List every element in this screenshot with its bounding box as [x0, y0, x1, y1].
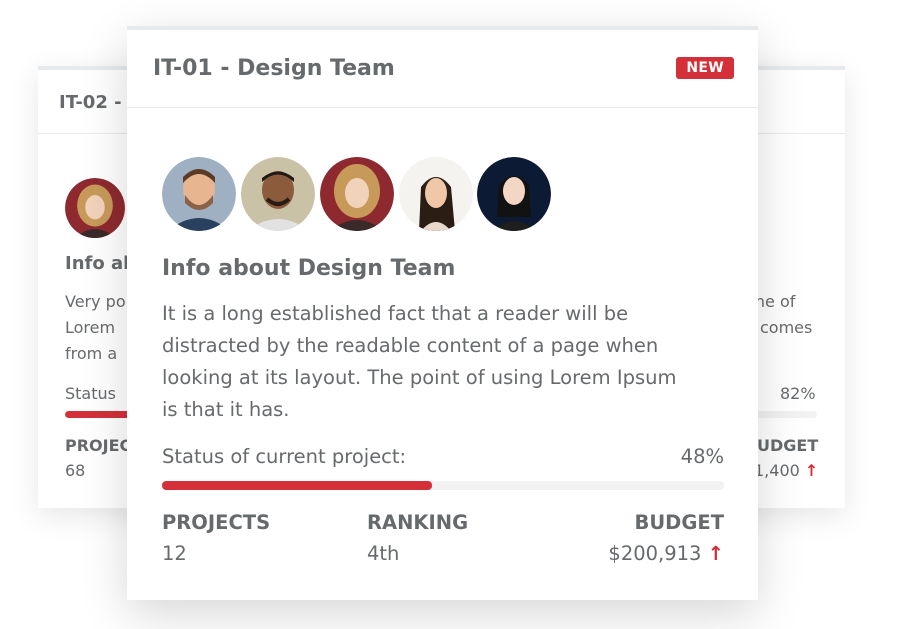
- description-line: distracted by the readable content of a …: [162, 334, 659, 357]
- card-title: IT-01 - Design Team: [153, 56, 395, 81]
- ranking-label: RANKING: [367, 511, 469, 534]
- projects-value: 68: [65, 461, 86, 480]
- status-percent: 48%: [680, 445, 724, 468]
- projects-label: PROJECTS: [162, 511, 271, 534]
- avatar-woman-long-hair[interactable]: [399, 157, 473, 231]
- description-line: comes: [760, 318, 813, 337]
- team-card-it-01[interactable]: IT-01 - Design Team NEW Info about Desig…: [127, 26, 758, 600]
- description-line: Very po: [65, 292, 126, 311]
- budget-value: $200,913: [608, 542, 702, 565]
- description-line: from a: [65, 344, 118, 363]
- info-title: Info al: [65, 253, 130, 274]
- avatar-woman-curly[interactable]: [320, 157, 394, 231]
- status-label: Status of current project:: [162, 445, 407, 468]
- avatar-man-beard[interactable]: [162, 157, 236, 231]
- arrow-up-icon: ↑: [804, 461, 819, 480]
- description-line: looking at its layout. The point of usin…: [162, 366, 677, 389]
- budget-label: UDGET: [757, 436, 819, 455]
- avatar-man-dark[interactable]: [241, 157, 315, 231]
- project-progress-bar: [162, 481, 724, 490]
- projects-label: PROJEC: [65, 436, 132, 455]
- description-line: Lorem: [65, 318, 116, 337]
- budget-value-wrap: $200,913 ↑: [608, 542, 724, 565]
- ranking-value: 4th: [367, 542, 400, 565]
- info-title: Info about Design Team: [162, 256, 456, 281]
- budget-value-wrap: 1,400 ↑: [754, 461, 818, 480]
- card-title: IT-02 - (: [59, 92, 137, 113]
- progress-fill: [162, 481, 432, 490]
- description-line: is that it has.: [162, 398, 290, 421]
- status-label: Status: [65, 384, 116, 403]
- description-line: It is a long established fact that a rea…: [162, 302, 629, 325]
- new-badge: NEW: [676, 57, 734, 79]
- arrow-up-icon: ↑: [707, 542, 724, 565]
- avatar-woman-curly[interactable]: [65, 178, 125, 238]
- status-percent: 82%: [780, 384, 816, 403]
- avatar-woman-dark-bg[interactable]: [477, 157, 551, 231]
- card-header: IT-01 - Design Team NEW: [127, 30, 758, 108]
- projects-value: 12: [162, 542, 187, 565]
- budget-value: 1,400: [754, 461, 800, 480]
- budget-label: BUDGET: [634, 511, 724, 534]
